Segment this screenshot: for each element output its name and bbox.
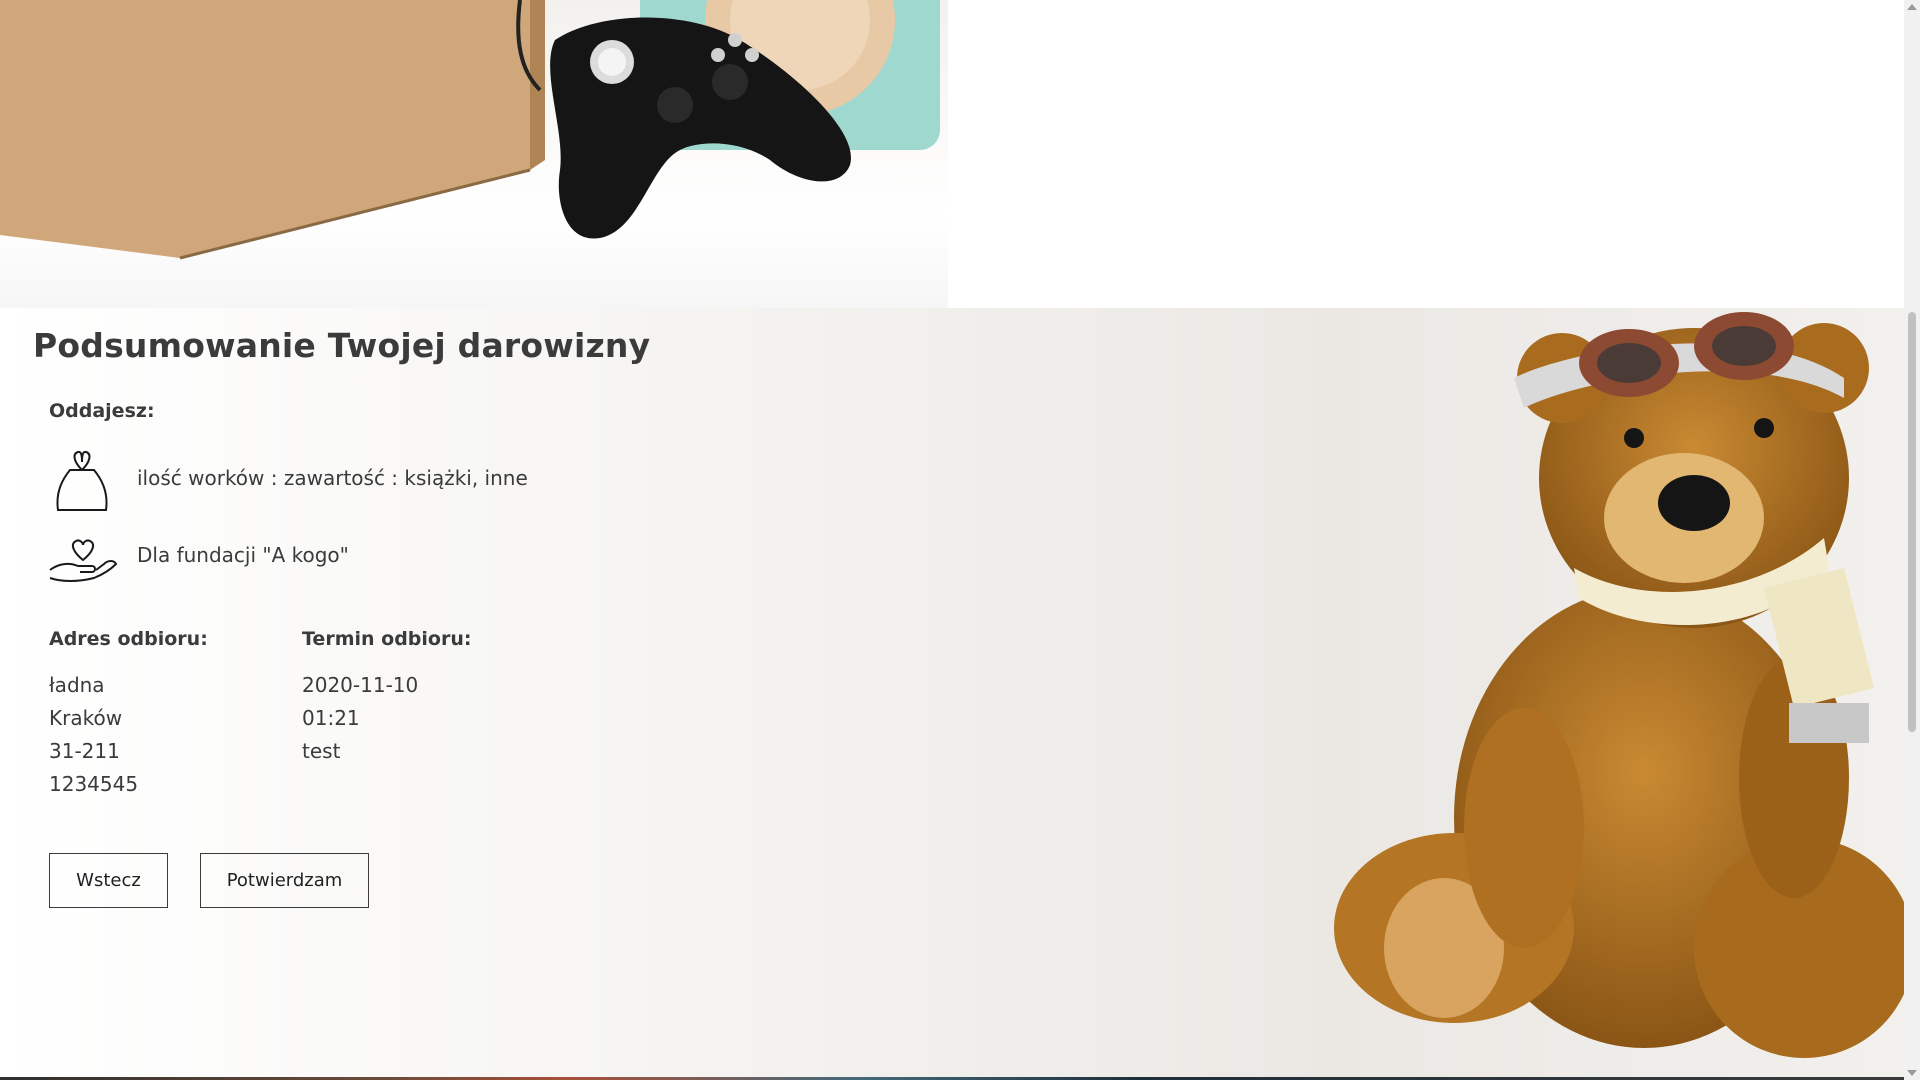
pickup-date-list: 2020-11-10 01:21 test — [302, 669, 418, 768]
donation-summary-section: Podsumowanie Twojej darowizny Oddajesz: … — [0, 308, 1904, 1080]
bear-nose — [1658, 475, 1730, 531]
foundation-text: Dla fundacji "A kogo" — [137, 543, 349, 567]
address-phone: 1234545 — [49, 772, 139, 796]
bags-summary-text: ilość worków : zawartość : książki, inne — [137, 466, 528, 490]
address-list: ładna Kraków 31-211 1234545 — [49, 669, 138, 801]
page-scrollbar[interactable] — [1904, 0, 1920, 1080]
scroll-down-icon[interactable] — [1907, 1070, 1917, 1076]
teddy-bear-image — [1284, 308, 1904, 1080]
hand-heart-icon — [48, 538, 118, 588]
hero-banner — [0, 0, 1904, 308]
giving-label: Oddajesz: — [49, 400, 155, 422]
cardboard-box — [0, 0, 530, 258]
pickup-time: 01:21 — [302, 706, 360, 730]
confirm-button[interactable]: Potwierdzam — [200, 853, 369, 908]
pickup-date-heading: Termin odbioru: — [302, 628, 472, 650]
pickup-date: 2020-11-10 — [302, 673, 419, 697]
address-city: Kraków — [49, 706, 123, 730]
address-postcode: 31-211 — [49, 739, 120, 763]
address-street: ładna — [49, 673, 105, 697]
page-title: Podsumowanie Twojej darowizny — [33, 326, 651, 365]
bag-icon — [52, 448, 112, 518]
scroll-thumb[interactable] — [1908, 312, 1916, 732]
pickup-note: test — [302, 739, 341, 763]
hero-photo — [0, 0, 948, 308]
back-button[interactable]: Wstecz — [49, 853, 168, 908]
scroll-up-icon[interactable] — [1907, 4, 1917, 10]
box-and-controller-image — [0, 0, 940, 260]
address-heading: Adres odbioru: — [49, 628, 208, 650]
